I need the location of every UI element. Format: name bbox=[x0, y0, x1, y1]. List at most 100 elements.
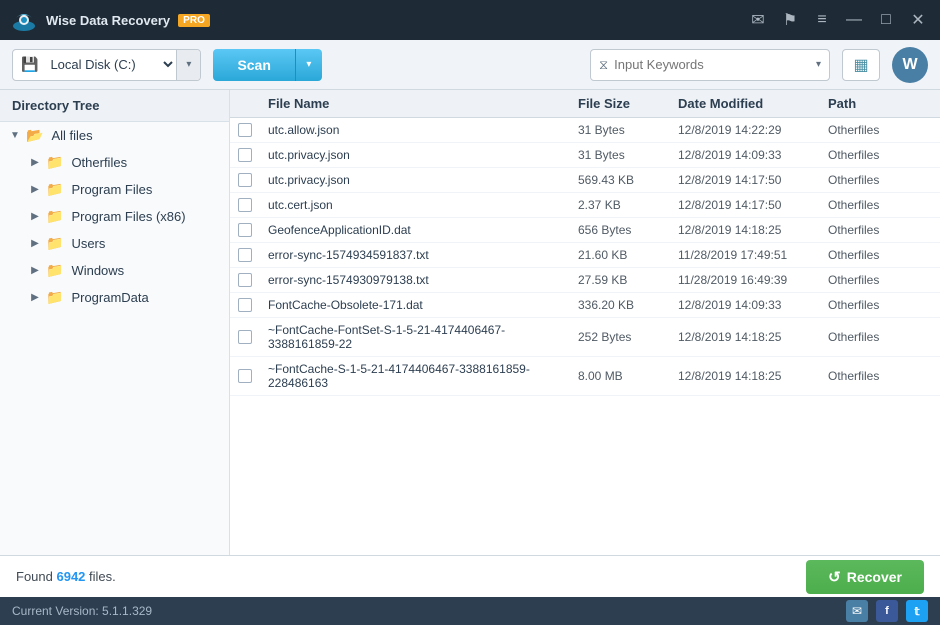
file-date-6: 11/28/2019 16:49:39 bbox=[670, 273, 820, 287]
scan-button[interactable]: Scan bbox=[213, 49, 295, 81]
directory-tree-header: Directory Tree bbox=[0, 90, 229, 122]
scan-dropdown-button[interactable]: ▾ bbox=[296, 49, 322, 81]
tree-arrow-program-files-x86: ▶ bbox=[28, 211, 42, 222]
file-size-1: 31 Bytes bbox=[570, 148, 670, 162]
file-checkbox-6[interactable] bbox=[238, 273, 252, 287]
file-size-5: 21.60 KB bbox=[570, 248, 670, 262]
avatar[interactable]: W bbox=[892, 47, 928, 83]
drive-dropdown-arrow[interactable]: ▾ bbox=[176, 50, 200, 80]
row-check-6[interactable] bbox=[230, 273, 260, 287]
file-checkbox-0[interactable] bbox=[238, 123, 252, 137]
social-icons: ✉ f 𝕥 bbox=[846, 600, 928, 622]
folder-icon-program-files-x86: 📁 bbox=[46, 208, 63, 225]
tree-label-program-files-x86: Program Files (x86) bbox=[71, 209, 185, 224]
menu-icon[interactable]: ≡ bbox=[810, 8, 834, 32]
file-checkbox-3[interactable] bbox=[238, 198, 252, 212]
file-size-7: 336.20 KB bbox=[570, 298, 670, 312]
keyword-input[interactable] bbox=[614, 57, 810, 72]
file-checkbox-4[interactable] bbox=[238, 223, 252, 237]
file-path-9: Otherfiles bbox=[820, 369, 920, 383]
tree-item-otherfiles[interactable]: ▶ 📁 Otherfiles bbox=[0, 149, 229, 176]
file-date-2: 12/8/2019 14:17:50 bbox=[670, 173, 820, 187]
drive-dropdown[interactable]: Local Disk (C:) bbox=[46, 56, 176, 73]
row-check-2[interactable] bbox=[230, 173, 260, 187]
file-size-2: 569.43 KB bbox=[570, 173, 670, 187]
toolbar: 💾 Local Disk (C:) ▾ Scan ▾ ⧖ ▾ ▦ W bbox=[0, 40, 940, 90]
row-check-8[interactable] bbox=[230, 330, 260, 344]
file-checkbox-1[interactable] bbox=[238, 148, 252, 162]
folder-icon-program-files: 📁 bbox=[46, 181, 63, 198]
row-check-7[interactable] bbox=[230, 298, 260, 312]
keyword-filter[interactable]: ⧖ ▾ bbox=[590, 49, 830, 81]
file-size-4: 656 Bytes bbox=[570, 223, 670, 237]
drive-selector[interactable]: 💾 Local Disk (C:) ▾ bbox=[12, 49, 201, 81]
file-name-2: utc.privacy.json bbox=[260, 173, 570, 187]
col-header-date[interactable]: Date Modified bbox=[670, 96, 820, 111]
tree-item-all-files[interactable]: ▼ 📂 All files bbox=[0, 122, 229, 149]
row-check-3[interactable] bbox=[230, 198, 260, 212]
tree-label-users: Users bbox=[71, 236, 105, 251]
file-checkbox-9[interactable] bbox=[238, 369, 252, 383]
tree-label-otherfiles: Otherfiles bbox=[71, 155, 127, 170]
file-path-5: Otherfiles bbox=[820, 248, 920, 262]
col-header-name[interactable]: File Name bbox=[260, 96, 570, 111]
tree-item-program-files[interactable]: ▶ 📁 Program Files bbox=[0, 176, 229, 203]
row-check-5[interactable] bbox=[230, 248, 260, 262]
table-row: utc.cert.json 2.37 KB 12/8/2019 14:17:50… bbox=[230, 193, 940, 218]
file-size-8: 252 Bytes bbox=[570, 330, 670, 344]
directory-tree: Directory Tree ▼ 📂 All files ▶ 📁 Otherfi… bbox=[0, 90, 230, 555]
file-list: utc.allow.json 31 Bytes 12/8/2019 14:22:… bbox=[230, 118, 940, 555]
scan-button-group[interactable]: Scan ▾ bbox=[213, 49, 321, 81]
file-checkbox-2[interactable] bbox=[238, 173, 252, 187]
file-path-8: Otherfiles bbox=[820, 330, 920, 344]
file-date-0: 12/8/2019 14:22:29 bbox=[670, 123, 820, 137]
file-path-0: Otherfiles bbox=[820, 123, 920, 137]
close-button[interactable]: ✕ bbox=[906, 8, 930, 32]
minimize-button[interactable]: — bbox=[842, 8, 866, 32]
version-text: Current Version: 5.1.1.329 bbox=[12, 604, 152, 618]
maximize-button[interactable]: □ bbox=[874, 8, 898, 32]
facebook-icon[interactable]: f bbox=[876, 600, 898, 622]
file-date-9: 12/8/2019 14:18:25 bbox=[670, 369, 820, 383]
tree-label-all-files: All files bbox=[51, 128, 92, 143]
view-toggle-button[interactable]: ▦ bbox=[842, 49, 880, 81]
file-path-2: Otherfiles bbox=[820, 173, 920, 187]
twitter-icon[interactable]: 𝕥 bbox=[906, 600, 928, 622]
tree-arrow-programdata: ▶ bbox=[28, 292, 42, 303]
tree-item-programdata[interactable]: ▶ 📁 ProgramData bbox=[0, 284, 229, 311]
file-date-5: 11/28/2019 17:49:51 bbox=[670, 248, 820, 262]
file-checkbox-7[interactable] bbox=[238, 298, 252, 312]
row-check-9[interactable] bbox=[230, 369, 260, 383]
file-checkbox-8[interactable] bbox=[238, 330, 252, 344]
tree-item-program-files-x86[interactable]: ▶ 📁 Program Files (x86) bbox=[0, 203, 229, 230]
table-row: ~FontCache-S-1-5-21-4174406467-338816185… bbox=[230, 357, 940, 396]
file-list-panel: File Name File Size Date Modified Path u… bbox=[230, 90, 940, 555]
window-controls[interactable]: ✉ ⚑ ≡ — □ ✕ bbox=[746, 8, 930, 32]
found-suffix: files. bbox=[85, 569, 115, 584]
filter-dropdown-arrow[interactable]: ▾ bbox=[816, 59, 821, 70]
file-list-header: File Name File Size Date Modified Path bbox=[230, 90, 940, 118]
file-name-0: utc.allow.json bbox=[260, 123, 570, 137]
tree-item-users[interactable]: ▶ 📁 Users bbox=[0, 230, 229, 257]
app-name-text: Wise Data Recovery bbox=[46, 13, 170, 28]
message-icon[interactable]: ✉ bbox=[746, 8, 770, 32]
flag-icon[interactable]: ⚑ bbox=[778, 8, 802, 32]
row-check-0[interactable] bbox=[230, 123, 260, 137]
row-check-1[interactable] bbox=[230, 148, 260, 162]
recover-button[interactable]: ↺ Recover bbox=[806, 560, 924, 594]
table-row: FontCache-Obsolete-171.dat 336.20 KB 12/… bbox=[230, 293, 940, 318]
table-row: error-sync-1574930979138.txt 27.59 KB 11… bbox=[230, 268, 940, 293]
view-grid-icon: ▦ bbox=[853, 55, 868, 75]
file-name-4: GeofenceApplicationID.dat bbox=[260, 223, 570, 237]
row-check-4[interactable] bbox=[230, 223, 260, 237]
tree-item-windows[interactable]: ▶ 📁 Windows bbox=[0, 257, 229, 284]
file-name-5: error-sync-1574934591837.txt bbox=[260, 248, 570, 262]
file-name-3: utc.cert.json bbox=[260, 198, 570, 212]
col-header-check bbox=[230, 96, 260, 111]
col-header-path[interactable]: Path bbox=[820, 96, 920, 111]
email-icon[interactable]: ✉ bbox=[846, 600, 868, 622]
col-header-size[interactable]: File Size bbox=[570, 96, 670, 111]
tree-label-program-files: Program Files bbox=[71, 182, 152, 197]
file-name-8: ~FontCache-FontSet-S-1-5-21-4174406467-3… bbox=[260, 323, 570, 351]
file-checkbox-5[interactable] bbox=[238, 248, 252, 262]
